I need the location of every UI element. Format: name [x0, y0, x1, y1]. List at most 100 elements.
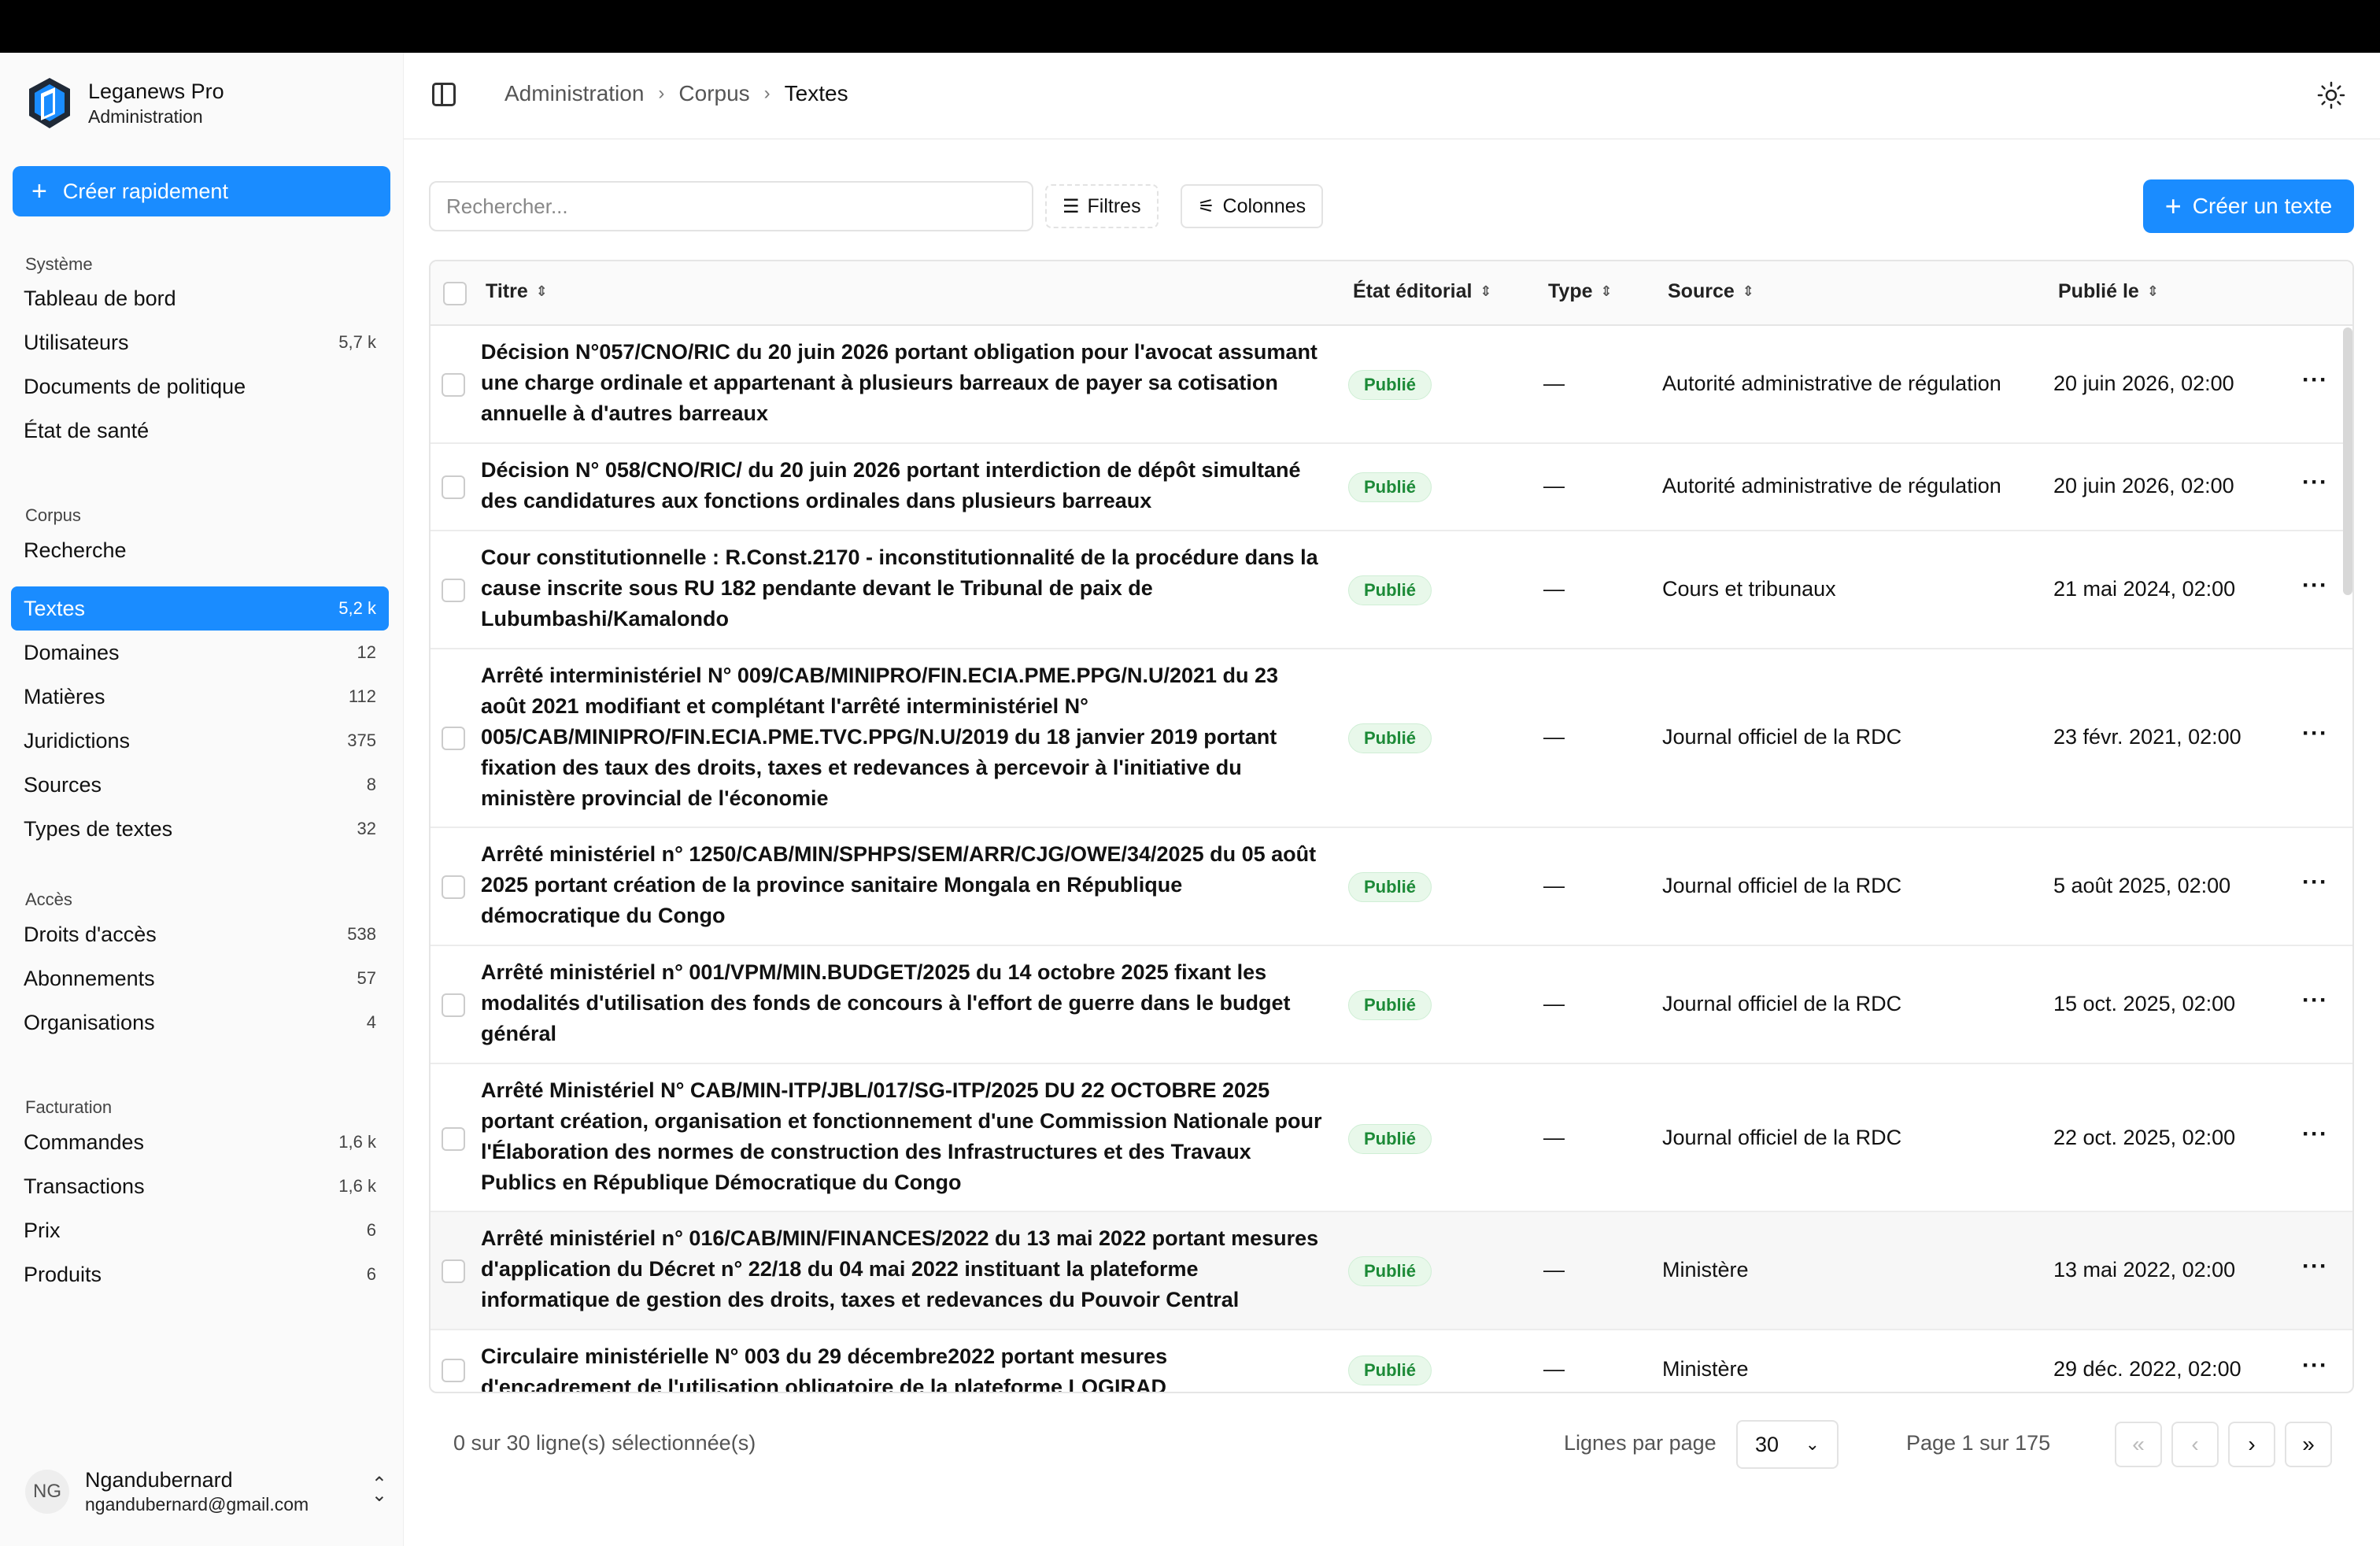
- row-title[interactable]: Circulaire ministérielle N° 003 du 29 dé…: [481, 1341, 1323, 1392]
- last-page-button[interactable]: »: [2285, 1422, 2332, 1467]
- nav-group-title-corpus: Corpus: [25, 505, 81, 525]
- sidebar-item-etat-de-sante[interactable]: État de santé: [11, 412, 389, 449]
- table-row[interactable]: Décision N°057/CNO/RIC du 20 juin 2026 p…: [431, 326, 2352, 444]
- sidebar-item-count: 8: [366, 775, 376, 794]
- sidebar-item-juridictions[interactable]: Juridictions 375: [11, 722, 389, 760]
- more-options-icon[interactable]: ···: [2302, 987, 2328, 1014]
- rows-per-page-label: Lignes par page: [1564, 1431, 1717, 1455]
- row-title[interactable]: Décision N° 058/CNO/RIC/ du 20 juin 2026…: [481, 455, 1323, 516]
- table-row[interactable]: Arrêté interministériel N° 009/CAB/MINIP…: [431, 649, 2352, 828]
- sidebar-item-documents-de-politique[interactable]: Documents de politique: [11, 368, 389, 405]
- status-badge: Publié: [1348, 872, 1432, 902]
- more-options-icon[interactable]: ···: [2302, 869, 2328, 896]
- nav-group-title-systeme: Système: [25, 254, 93, 274]
- row-title[interactable]: Arrêté ministériel n° 1250/CAB/MIN/SPHPS…: [481, 839, 1323, 931]
- table-row[interactable]: Décision N° 058/CNO/RIC/ du 20 juin 2026…: [431, 444, 2352, 531]
- sidebar-item-organisations[interactable]: Organisations 4: [11, 1004, 389, 1041]
- quick-create-label: Créer rapidement: [62, 179, 228, 203]
- row-checkbox[interactable]: [442, 1259, 465, 1283]
- sidebar-item-abonnements[interactable]: Abonnements 57: [11, 960, 389, 997]
- table-row[interactable]: Arrêté ministériel n° 001/VPM/MIN.BUDGET…: [431, 946, 2352, 1064]
- breadcrumb-item[interactable]: Administration: [504, 81, 644, 106]
- row-checkbox[interactable]: [442, 579, 465, 602]
- sidebar-item-utilisateurs[interactable]: Utilisateurs 5,7 k: [11, 324, 389, 361]
- row-checkbox[interactable]: [442, 1127, 465, 1151]
- breadcrumb-item[interactable]: Corpus: [678, 81, 749, 106]
- select-all-checkbox[interactable]: [443, 282, 467, 305]
- row-title[interactable]: Cour constitutionnelle : R.Const.2170 - …: [481, 542, 1323, 634]
- table-row[interactable]: Cour constitutionnelle : R.Const.2170 - …: [431, 531, 2352, 649]
- sidebar-item-recherche[interactable]: Recherche: [11, 531, 389, 569]
- rows-per-page-select[interactable]: 30 ⌄: [1736, 1420, 1839, 1469]
- texts-table: Titre ⇕ État éditorial ⇕ Type ⇕ Source ⇕ Pub…: [429, 260, 2354, 1393]
- table-row[interactable]: Arrêté ministériel n° 1250/CAB/MIN/SPHPS…: [431, 828, 2352, 946]
- brand[interactable]: Leganews Pro Administration: [27, 76, 224, 130]
- breadcrumb: Administration › Corpus › Textes: [504, 81, 848, 106]
- sidebar-item-textes[interactable]: Textes 5,2 k: [11, 586, 389, 631]
- row-source: Journal officiel de la RDC: [1662, 874, 1902, 897]
- table-row[interactable]: Arrêté ministériel n° 016/CAB/MIN/FINANC…: [431, 1212, 2352, 1330]
- row-title[interactable]: Arrêté Ministériel N° CAB/MIN-ITP/JBL/01…: [481, 1075, 1323, 1198]
- previous-page-button[interactable]: ‹: [2171, 1422, 2219, 1467]
- status-badge: Publié: [1348, 370, 1432, 400]
- status-badge: Publié: [1348, 1124, 1432, 1154]
- sidebar-item-tableau-de-bord[interactable]: Tableau de bord: [11, 279, 389, 317]
- row-checkbox[interactable]: [442, 727, 465, 750]
- sidebar-item-types-de-textes[interactable]: Types de textes 32: [11, 810, 389, 848]
- sidebar-item-prix[interactable]: Prix 6: [11, 1211, 389, 1249]
- quick-create-button[interactable]: + Créer rapidement: [13, 166, 390, 216]
- rows-per-page-value: 30: [1755, 1432, 1779, 1456]
- sliders-icon: ⚟: [1198, 195, 1215, 217]
- table-row[interactable]: Arrêté Ministériel N° CAB/MIN-ITP/JBL/01…: [431, 1064, 2352, 1212]
- chevron-down-icon: ⌄: [1805, 1434, 1820, 1454]
- more-options-icon[interactable]: ···: [2302, 572, 2328, 599]
- chevrons-right-icon: »: [2302, 1432, 2315, 1456]
- sidebar-item-droits-d-acces[interactable]: Droits d'accès 538: [11, 915, 389, 953]
- columns-button[interactable]: ⚟ Colonnes: [1181, 184, 1324, 228]
- create-text-button[interactable]: + Créer un texte: [2143, 179, 2354, 233]
- more-options-icon[interactable]: ···: [2302, 720, 2328, 747]
- more-options-icon[interactable]: ···: [2302, 1352, 2328, 1379]
- table-row[interactable]: Circulaire ministérielle N° 003 du 29 dé…: [431, 1330, 2352, 1392]
- first-page-button[interactable]: «: [2115, 1422, 2162, 1467]
- sidebar-item-matieres[interactable]: Matières 112: [11, 678, 389, 716]
- user-email: ngandubernard@gmail.com: [85, 1494, 309, 1515]
- row-checkbox[interactable]: [442, 475, 465, 499]
- column-header-label: Source: [1668, 280, 1735, 302]
- sidebar-item-sources[interactable]: Sources 8: [11, 766, 389, 804]
- row-source: Autorité administrative de régulation: [1662, 474, 2001, 497]
- search-input[interactable]: Rechercher...: [429, 181, 1033, 231]
- sidebar-item-label: Utilisateurs: [24, 330, 129, 354]
- more-options-icon[interactable]: ···: [2302, 469, 2328, 496]
- row-title[interactable]: Décision N°057/CNO/RIC du 20 juin 2026 p…: [481, 337, 1323, 429]
- row-date: 20 juin 2026, 02:00: [2053, 372, 2234, 395]
- row-date: 15 oct. 2025, 02:00: [2053, 992, 2236, 1015]
- user-menu[interactable]: NG Ngandubernard ngandubernard@gmail.com…: [25, 1468, 387, 1515]
- sidebar-item-domaines[interactable]: Domaines 12: [11, 634, 389, 671]
- row-title[interactable]: Arrêté ministériel n° 016/CAB/MIN/FINANC…: [481, 1223, 1323, 1315]
- sidebar-toggle-icon[interactable]: [432, 83, 456, 106]
- sort-icon: ⇕: [1742, 283, 1754, 299]
- sidebar-item-transactions[interactable]: Transactions 1,6 k: [11, 1167, 389, 1205]
- row-checkbox[interactable]: [442, 875, 465, 899]
- sun-icon[interactable]: [2317, 81, 2345, 109]
- row-checkbox[interactable]: [442, 1359, 465, 1382]
- column-header-title[interactable]: Titre ⇕: [486, 280, 548, 303]
- more-options-icon[interactable]: ···: [2302, 1253, 2328, 1280]
- table-scrollbar[interactable]: [2343, 327, 2352, 595]
- next-page-button[interactable]: ›: [2228, 1422, 2275, 1467]
- sidebar-item-commandes[interactable]: Commandes 1,6 k: [11, 1123, 389, 1161]
- column-header-type[interactable]: Type ⇕: [1548, 280, 1613, 303]
- column-header-state[interactable]: État éditorial ⇕: [1353, 280, 1492, 303]
- row-checkbox[interactable]: [442, 373, 465, 397]
- row-title[interactable]: Arrêté interministériel N° 009/CAB/MINIP…: [481, 660, 1323, 814]
- sidebar-item-produits[interactable]: Produits 6: [11, 1256, 389, 1293]
- column-header-published[interactable]: Publié le ⇕: [2058, 280, 2159, 303]
- column-header-source[interactable]: Source ⇕: [1668, 280, 1754, 303]
- filters-button[interactable]: ☰ Filtres: [1045, 184, 1159, 228]
- row-title[interactable]: Arrêté ministériel n° 001/VPM/MIN.BUDGET…: [481, 957, 1323, 1049]
- row-checkbox[interactable]: [442, 993, 465, 1017]
- more-options-icon[interactable]: ···: [2302, 367, 2328, 394]
- window-top-bar: [0, 0, 2380, 53]
- more-options-icon[interactable]: ···: [2302, 1121, 2328, 1148]
